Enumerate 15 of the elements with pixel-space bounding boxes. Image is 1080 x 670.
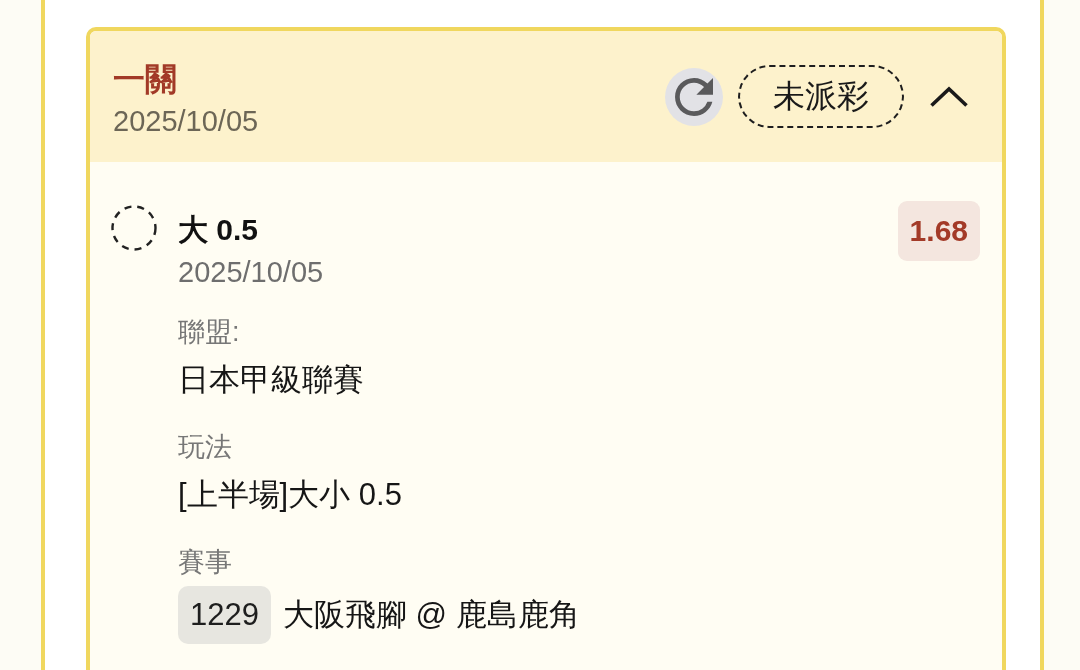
refresh-icon: [675, 77, 713, 116]
field-label: 聯盟:: [178, 316, 240, 349]
payout-status-tag: 未派彩: [738, 65, 904, 128]
match-teams: 大阪飛腳 @ 鹿島鹿角: [282, 596, 580, 634]
selection-date: 2025/10/05: [178, 255, 324, 290]
field-value: 日本甲級聯賽: [178, 361, 364, 399]
field-label: 賽事: [178, 546, 232, 579]
dashed-circle-icon: [111, 205, 157, 251]
bet-date: 2025/10/05: [113, 104, 259, 139]
selection-pick: 大 0.5: [178, 212, 259, 248]
field-value: [上半場]大小 0.5: [178, 476, 402, 514]
field-label: 玩法: [178, 431, 232, 464]
match-number-tag: 1229: [178, 586, 271, 644]
odds-tag: 1.68: [897, 201, 980, 261]
bet-title: 一關: [113, 60, 177, 99]
